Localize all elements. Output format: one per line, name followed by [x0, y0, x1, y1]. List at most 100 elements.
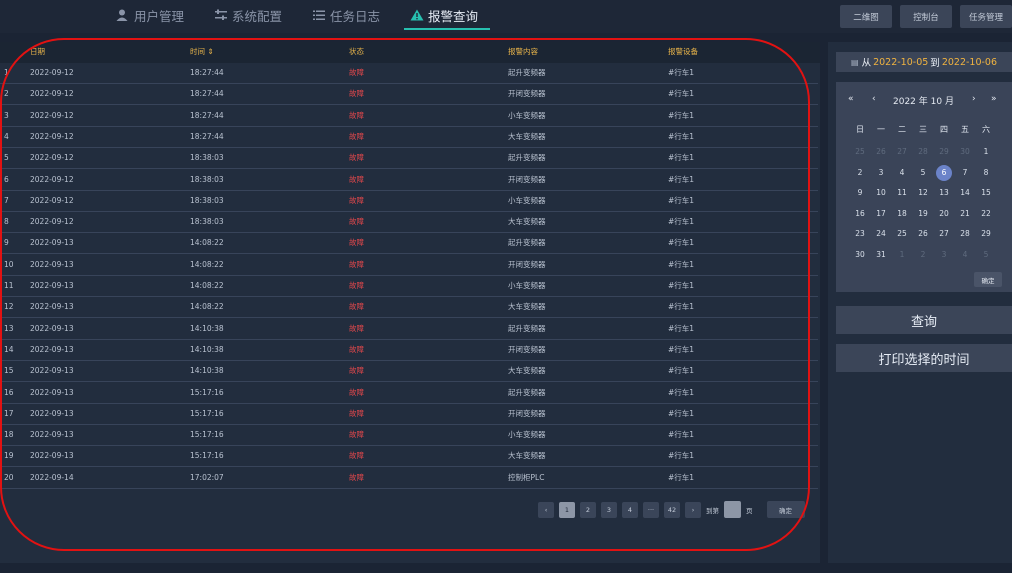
column-header-time[interactable]: 时间 ⇕	[190, 42, 214, 63]
alarm-status: 故障	[349, 430, 364, 440]
alarm-time: 18:27:44	[190, 89, 224, 99]
calendar-day[interactable]: 6	[936, 164, 952, 181]
table-row[interactable]: 1 2022-09-12 18:27:44 故障 起升变频器 #行车1	[0, 63, 818, 84]
nav-system-config[interactable]: 系统配置	[210, 0, 286, 30]
calendar-day[interactable]: 12	[915, 185, 931, 201]
calendar-day[interactable]: 3	[936, 247, 952, 263]
row-index: 9	[4, 238, 9, 248]
page-button[interactable]: 4	[622, 501, 638, 518]
calendar-day[interactable]: 2	[915, 247, 931, 263]
table-row[interactable]: 7 2022-09-12 18:38:03 故障 小车变频器 #行车1	[0, 191, 818, 212]
page-button[interactable]: 42	[664, 501, 680, 518]
calendar-day[interactable]: 25	[852, 144, 868, 160]
calendar-day[interactable]: 1	[978, 144, 994, 160]
table-row[interactable]: 13 2022-09-13 14:10:38 故障 起升变频器 #行车1	[0, 319, 818, 340]
table-row[interactable]: 11 2022-09-13 14:08:22 故障 小车变频器 #行车1	[0, 276, 818, 297]
next-page-button[interactable]: ›	[685, 501, 701, 518]
calendar-day[interactable]: 22	[978, 206, 994, 222]
table-row[interactable]: 9 2022-09-13 14:08:22 故障 起升变频器 #行车1	[0, 233, 818, 255]
calendar-day[interactable]: 3	[873, 165, 889, 181]
date-range-picker[interactable]: ▤ 从 2022-10-05 到 2022-10-06	[836, 52, 1012, 72]
alarm-content: 小车变频器	[508, 195, 546, 205]
calendar-day[interactable]: 18	[894, 206, 910, 222]
table-row[interactable]: 3 2022-09-12 18:27:44 故障 小车变频器 #行车1	[0, 106, 818, 127]
table-row[interactable]: 17 2022-09-13 15:17:16 故障 开闭变频器 #行车1	[0, 404, 818, 425]
calendar-day[interactable]: 26	[873, 144, 889, 160]
table-row[interactable]: 4 2022-09-12 18:27:44 故障 大车变频器 #行车1	[0, 127, 818, 148]
calendar-day[interactable]: 8	[978, 165, 994, 181]
calendar-day[interactable]: 11	[894, 185, 910, 201]
alarm-device: #行车1	[668, 131, 695, 141]
nav-user-management[interactable]: 用户管理	[112, 0, 188, 30]
alarm-content: 开闭变频器	[508, 259, 546, 269]
calendar-day[interactable]: 24	[873, 226, 889, 242]
2d-view-button[interactable]: 二维图	[840, 5, 892, 28]
page-ellipsis-button[interactable]: ···	[643, 501, 659, 518]
row-index: 10	[4, 259, 14, 269]
table-row[interactable]: 19 2022-09-13 15:17:16 故障 大车变频器 #行车1	[0, 446, 818, 468]
calendar-day[interactable]: 16	[852, 206, 868, 222]
calendar-day[interactable]: 5	[978, 247, 994, 263]
weekday-label: 一	[877, 125, 885, 134]
task-management-button[interactable]: 任务管理	[960, 5, 1012, 28]
query-button[interactable]: 查询	[836, 306, 1012, 334]
calendar-day[interactable]: 15	[978, 185, 994, 201]
table-row[interactable]: 12 2022-09-13 14:08:22 故障 大车变频器 #行车1	[0, 297, 818, 319]
table-row[interactable]: 14 2022-09-13 14:10:38 故障 开闭变频器 #行车1	[0, 340, 818, 361]
next-month-button[interactable]: ›	[972, 94, 976, 104]
nav-alarm-query[interactable]: 报警查询	[404, 0, 491, 30]
page-button[interactable]: 3	[601, 501, 617, 518]
prev-year-button[interactable]: «	[848, 94, 854, 104]
calendar-day[interactable]: 21	[957, 206, 973, 222]
calendar-day[interactable]: 4	[894, 165, 910, 181]
calendar-day[interactable]: 9	[852, 185, 868, 201]
goto-page-confirm-button[interactable]: 确定	[766, 501, 805, 518]
calendar-day[interactable]: 28	[957, 226, 973, 242]
calendar-day[interactable]: 27	[894, 144, 910, 160]
calendar-day[interactable]: 26	[915, 226, 931, 242]
table-row[interactable]: 15 2022-09-13 14:10:38 故障 大车变频器 #行车1	[0, 361, 818, 383]
calendar-day[interactable]: 7	[957, 165, 973, 181]
calendar-day[interactable]: 4	[957, 247, 973, 263]
calendar-day[interactable]: 13	[936, 185, 952, 201]
prev-page-button[interactable]: ‹	[538, 501, 554, 518]
calendar-day[interactable]: 27	[936, 226, 952, 242]
user-icon	[116, 9, 128, 21]
calendar-day[interactable]: 23	[852, 226, 868, 242]
table-row[interactable]: 20 2022-09-14 17:02:07 故障 控制柜PLC #行车1	[0, 468, 818, 489]
table-row[interactable]: 6 2022-09-12 18:38:03 故障 开闭变频器 #行车1	[0, 170, 818, 191]
goto-page-input[interactable]	[724, 501, 741, 518]
page-button[interactable]: 1	[559, 501, 575, 518]
console-button[interactable]: 控制台	[900, 5, 952, 28]
table-row[interactable]: 18 2022-09-13 15:17:16 故障 小车变频器 #行车1	[0, 425, 818, 447]
calendar-day[interactable]: 31	[873, 247, 889, 263]
table-row[interactable]: 10 2022-09-13 14:08:22 故障 开闭变频器 #行车1	[0, 255, 818, 276]
calendar-day[interactable]: 10	[873, 185, 889, 201]
table-row[interactable]: 16 2022-09-13 15:17:16 故障 起升变频器 #行车1	[0, 383, 818, 404]
page-button[interactable]: 2	[580, 501, 596, 518]
calendar-day[interactable]: 30	[957, 144, 973, 160]
calendar-day[interactable]: 14	[957, 185, 973, 201]
next-year-button[interactable]: »	[991, 94, 997, 104]
alarm-time: 14:08:22	[190, 302, 224, 312]
calendar-day[interactable]: 2	[852, 165, 868, 181]
calendar-day[interactable]: 25	[894, 226, 910, 242]
calendar-day[interactable]: 19	[915, 206, 931, 222]
calendar-day[interactable]: 30	[852, 247, 868, 263]
row-index: 13	[4, 323, 14, 333]
nav-task-log[interactable]: 任务日志	[308, 0, 384, 30]
prev-month-button[interactable]: ‹	[872, 94, 876, 104]
table-row[interactable]: 8 2022-09-12 18:38:03 故障 大车变频器 #行车1	[0, 212, 818, 234]
calendar-day[interactable]: 5	[915, 165, 931, 181]
print-selected-time-button[interactable]: 打印选择的时间	[836, 344, 1012, 372]
calendar-confirm-button[interactable]: 确定	[974, 272, 1002, 287]
calendar-day[interactable]: 17	[873, 206, 889, 222]
calendar-day[interactable]: 28	[915, 144, 931, 160]
calendar-day[interactable]: 29	[978, 226, 994, 242]
calendar-day[interactable]: 20	[936, 206, 952, 222]
table-row[interactable]: 5 2022-09-12 18:38:03 故障 起升变频器 #行车1	[0, 148, 818, 170]
table-row[interactable]: 2 2022-09-12 18:27:44 故障 开闭变频器 #行车1	[0, 84, 818, 106]
calendar-day[interactable]: 1	[894, 247, 910, 263]
calendar-day[interactable]: 29	[936, 144, 952, 160]
alarm-status: 故障	[349, 472, 364, 482]
